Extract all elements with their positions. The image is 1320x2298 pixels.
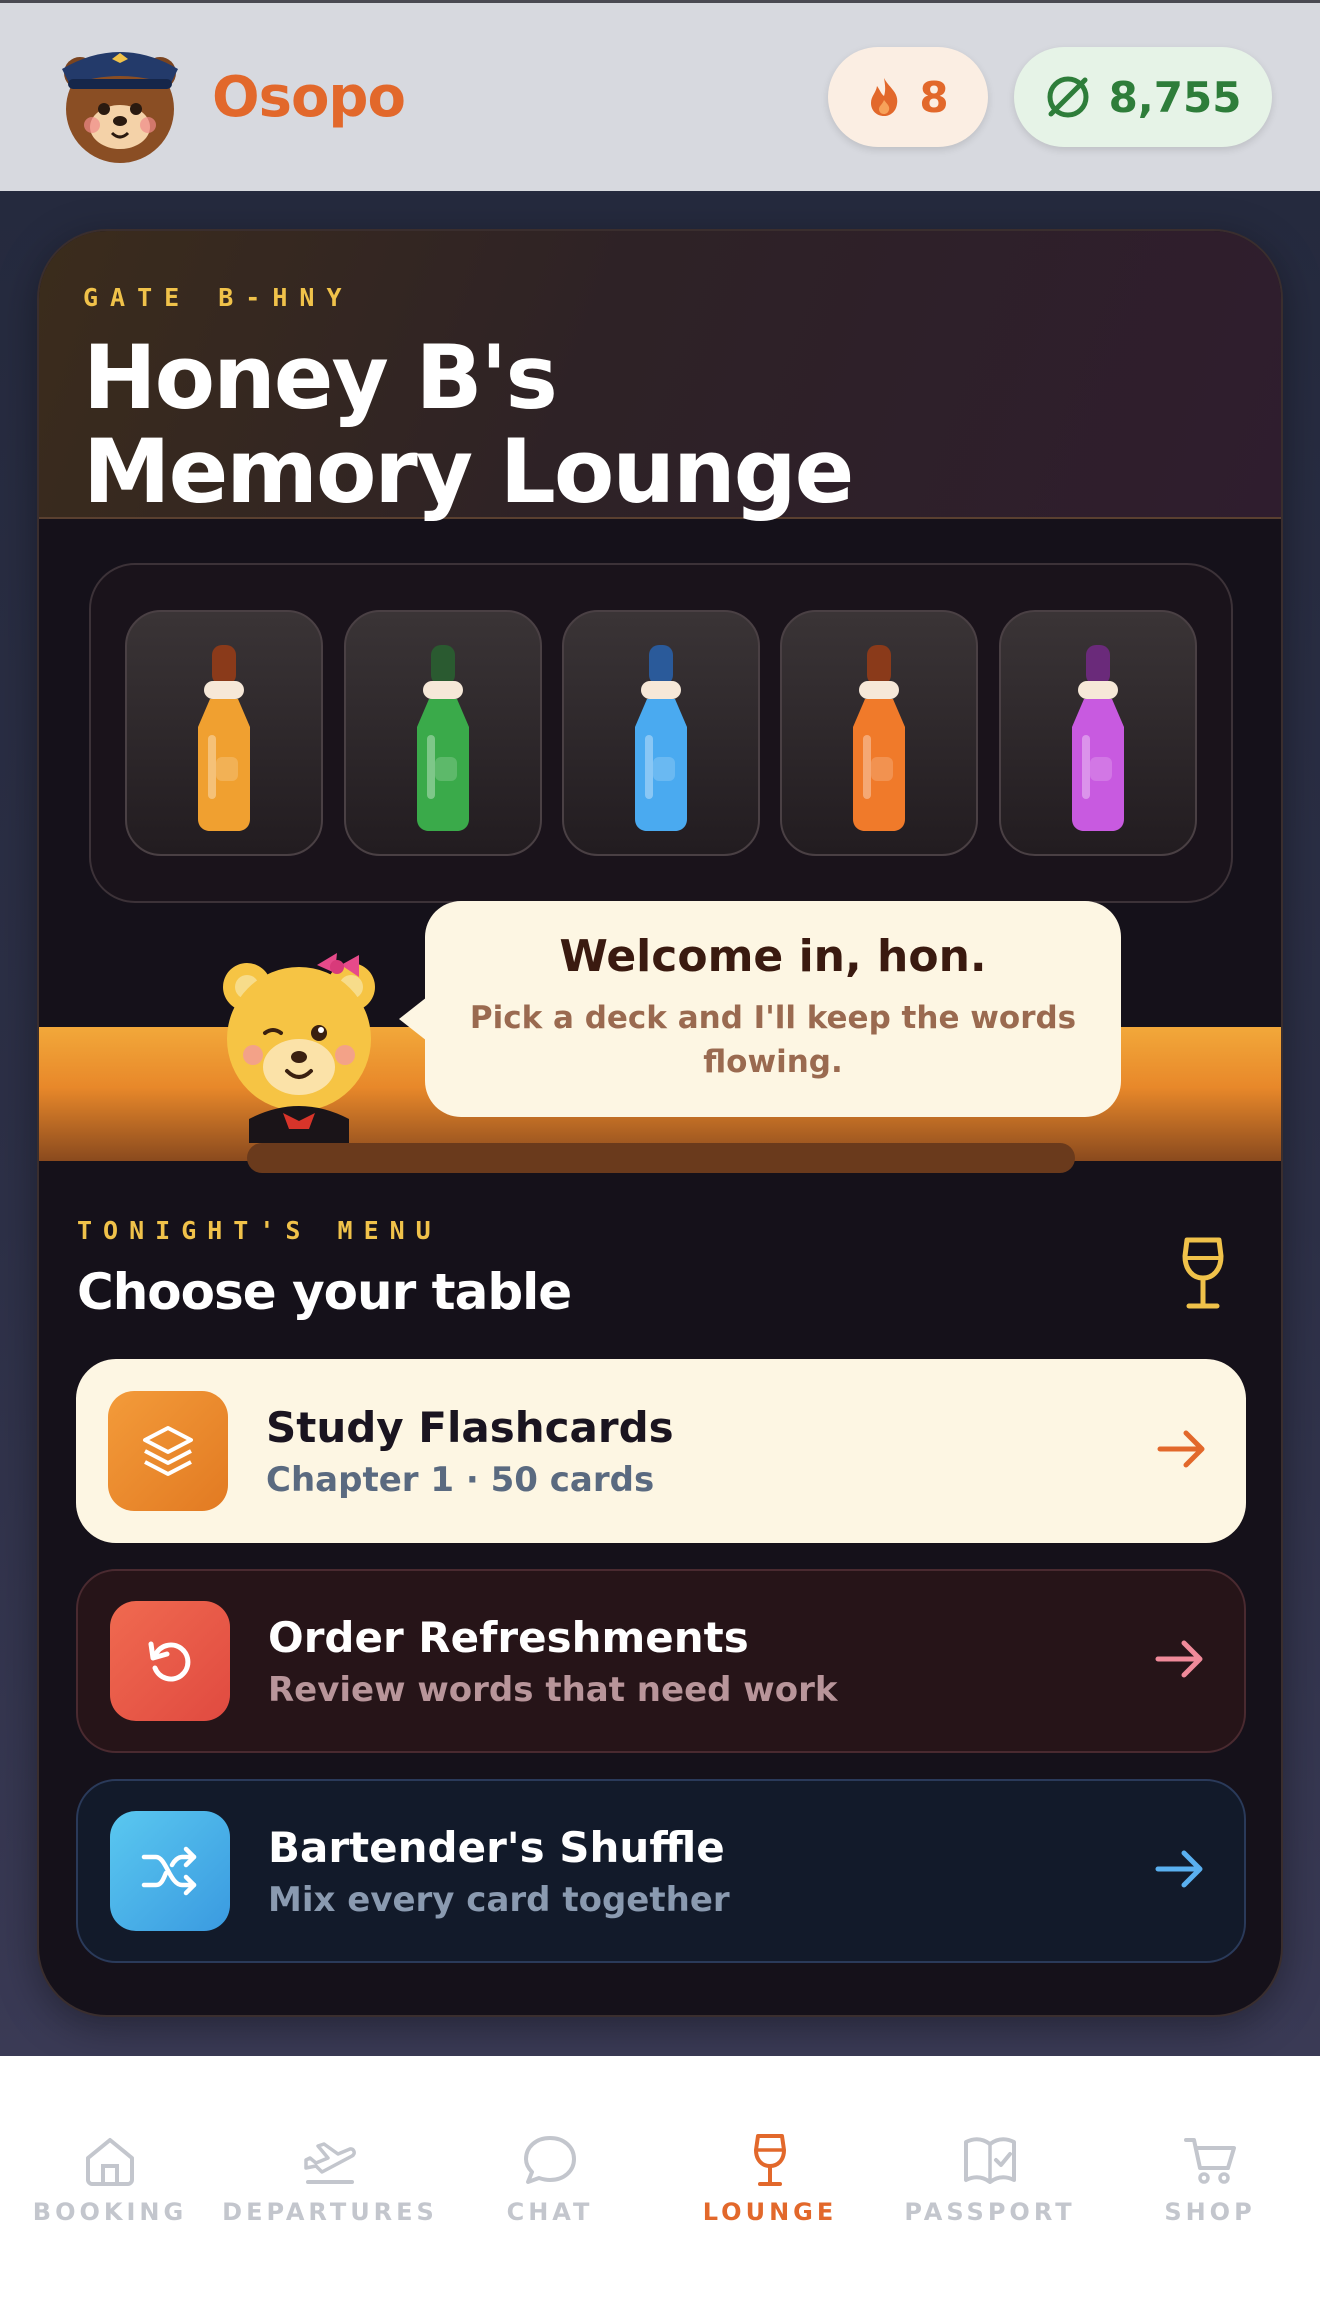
bottom-nav: BOOKING DEPARTURES CHAT LOUNGE PASSPORT	[0, 2056, 1320, 2298]
plane-icon	[304, 2142, 356, 2184]
main-content: GATE B-HNY Honey B's Memory Lounge Welco…	[0, 191, 1320, 2056]
option-subtitle: Review words that need work	[268, 1669, 838, 1710]
streak-count: 8	[919, 72, 949, 122]
nav-label: BOOKING	[32, 2198, 188, 2226]
home-icon	[86, 2138, 134, 2186]
lounge-hero: GATE B-HNY Honey B's Memory Lounge	[39, 231, 1281, 519]
nav-departures[interactable]: DEPARTURES	[220, 2132, 440, 2298]
gate-label: GATE B-HNY	[83, 283, 354, 312]
refresh-icon	[110, 1601, 230, 1721]
option-subtitle: Mix every card together	[268, 1879, 730, 1920]
option-title: Order Refreshments	[268, 1612, 749, 1662]
bear-pilot-icon	[62, 52, 178, 163]
welcome-text: Pick a deck and I'll keep the words flow…	[469, 1000, 1077, 1080]
deck-bottle-5[interactable]	[998, 610, 1197, 856]
bottle-icon	[1071, 645, 1124, 831]
bar-rail	[247, 1143, 1075, 1173]
arrow-right-icon	[1156, 1429, 1208, 1473]
menu-header: TONIGHT'S MENU Choose your table	[77, 1216, 1243, 1321]
welcome-speech-bubble: Welcome in, hon. Pick a deck and I'll ke…	[399, 901, 1121, 1117]
bottle-icon	[198, 645, 251, 831]
deck-bottle-4[interactable]	[780, 610, 979, 856]
arrow-right-icon	[1154, 1849, 1206, 1893]
welcome-title: Welcome in, hon.	[559, 931, 987, 982]
bottle-shelf	[89, 563, 1233, 903]
shuffle-icon	[110, 1811, 230, 1931]
lounge-title-line2: Memory Lounge	[83, 420, 854, 523]
nav-booking[interactable]: BOOKING	[0, 2132, 220, 2298]
lounge-title-line1: Honey B's	[83, 326, 558, 429]
coin-count: 8,755	[1108, 72, 1242, 122]
nav-shop[interactable]: SHOP	[1100, 2132, 1320, 2298]
bear-pilot-avatar[interactable]	[52, 29, 188, 165]
deck-bottle-3[interactable]	[561, 610, 760, 856]
bottle-icon	[416, 645, 469, 831]
lounge-card: GATE B-HNY Honey B's Memory Lounge Welco…	[37, 229, 1283, 2017]
layers-icon	[108, 1391, 228, 1511]
chat-icon	[524, 2136, 576, 2184]
option-title: Study Flashcards	[266, 1402, 674, 1452]
option-title: Bartender's Shuffle	[268, 1822, 725, 1872]
bottle-icon	[853, 645, 906, 831]
coin-balance-badge[interactable]: 8,755	[1014, 47, 1272, 147]
nav-lounge[interactable]: LOUNGE	[660, 2132, 880, 2298]
lounge-title: Honey B's Memory Lounge	[83, 331, 854, 519]
nav-chat[interactable]: CHAT	[440, 2132, 660, 2298]
coin-icon	[1047, 76, 1089, 118]
honey-bear-icon	[223, 953, 375, 1143]
nav-label: SHOP	[1164, 2198, 1256, 2226]
menu-kicker: TONIGHT'S MENU	[77, 1216, 442, 1245]
deck-bottle-1[interactable]	[125, 610, 324, 856]
top-bar: Osopo 8 8,755	[0, 0, 1320, 191]
nav-label: LOUNGE	[702, 2198, 838, 2226]
bartenders-shuffle-option[interactable]: Bartender's Shuffle Mix every card toget…	[76, 1779, 1246, 1963]
streak-badge[interactable]: 8	[828, 47, 988, 147]
order-refreshments-option[interactable]: Order Refreshments Review words that nee…	[76, 1569, 1246, 1753]
menu-title: Choose your table	[77, 1263, 572, 1321]
nav-label: DEPARTURES	[222, 2198, 438, 2226]
honey-b-bartender	[209, 943, 409, 1143]
nav-label: PASSPORT	[904, 2198, 1076, 2226]
study-flashcards-option[interactable]: Study Flashcards Chapter 1 · 50 cards	[76, 1359, 1246, 1543]
arrow-right-icon	[1154, 1639, 1206, 1683]
passport-icon	[964, 2137, 1016, 2184]
cart-icon	[1184, 2138, 1236, 2184]
wine-glass-icon	[1179, 1236, 1227, 1316]
nav-label: CHAT	[506, 2198, 594, 2226]
bottle-icon	[634, 645, 687, 831]
bar-counter-area: Welcome in, hon. Pick a deck and I'll ke…	[39, 901, 1281, 1403]
wine-glass-icon	[754, 2134, 786, 2186]
deck-bottle-2[interactable]	[343, 610, 542, 856]
nav-passport[interactable]: PASSPORT	[880, 2132, 1100, 2298]
app-name: Osopo	[212, 64, 406, 130]
option-subtitle: Chapter 1 · 50 cards	[266, 1459, 655, 1500]
flame-icon	[871, 78, 898, 116]
